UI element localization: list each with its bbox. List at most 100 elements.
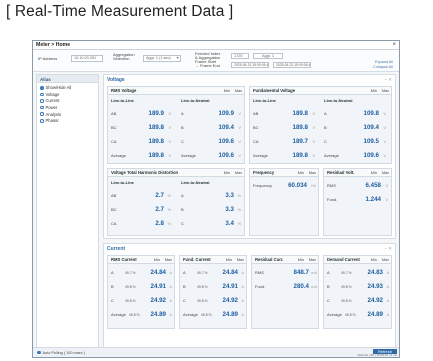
- card-header: Fund. Current Min Max: [180, 256, 246, 264]
- measure-unit: V: [168, 125, 171, 130]
- max-button[interactable]: Max: [235, 89, 242, 93]
- min-button[interactable]: Min: [154, 258, 160, 262]
- alias-item-phasor[interactable]: Phasor: [37, 117, 98, 124]
- expand-all-link[interactable]: Expand All: [375, 60, 393, 64]
- measure-label: RMS: [327, 183, 336, 188]
- alias-item-voltage[interactable]: Voltage: [37, 91, 98, 98]
- measure-row: Frequency 60.034 Hz: [253, 182, 317, 189]
- measure-unit: mA: [311, 284, 317, 289]
- alias-item-power[interactable]: Power: [37, 104, 98, 111]
- auto-polling-label: Auto Polling ( 100 msec ): [42, 350, 85, 355]
- min-button[interactable]: Min: [371, 89, 377, 93]
- measure-value: 280.4: [293, 283, 309, 290]
- measure-row: AB 189.9 V: [111, 110, 173, 117]
- max-button[interactable]: Max: [165, 258, 172, 262]
- card-header: Voltage Total Harmonic Distortion Min Max: [108, 169, 244, 177]
- window-title: Meter > Home: [36, 42, 71, 48]
- max-button[interactable]: Max: [309, 171, 316, 175]
- measure-value: 109.4: [218, 124, 234, 131]
- min-button[interactable]: Min: [298, 258, 304, 262]
- measure-label: C: [324, 139, 327, 144]
- card-title: Fund. Current: [183, 257, 211, 262]
- min-button[interactable]: Min: [226, 258, 232, 262]
- measure-value: 24.91: [150, 283, 166, 290]
- measure-row: Average 109.6 V: [181, 152, 243, 159]
- aggregation-frame-input: Aggr. 1: [253, 53, 283, 59]
- window-titlebar: Meter > Home ×: [33, 41, 399, 50]
- max-button[interactable]: Max: [237, 258, 244, 262]
- measure-unit: %: [237, 207, 241, 212]
- measure-unit: A: [386, 284, 389, 289]
- measure-value: 24.89: [222, 311, 238, 318]
- measure-unit: V: [312, 153, 315, 158]
- radio-icon: [40, 86, 44, 90]
- radio-icon: [40, 105, 44, 110]
- radio-icon: [40, 112, 44, 116]
- measure-unit: V: [383, 125, 386, 130]
- line-to-line-label: Line-to-Line: [111, 98, 134, 103]
- ip-address-input[interactable]: 10.10.20.251: [71, 55, 103, 62]
- measure-row: C 49.8 % 24.92 A: [111, 297, 174, 304]
- measure-label: C: [183, 298, 186, 303]
- close-icon[interactable]: ×: [392, 42, 396, 48]
- measure-label: B: [327, 284, 330, 289]
- measure-unit: %: [237, 193, 241, 198]
- min-button[interactable]: Min: [224, 171, 230, 175]
- measure-unit: mA: [311, 270, 317, 275]
- section-controls-icon[interactable]: − ✕: [384, 246, 392, 252]
- min-button[interactable]: Min: [371, 171, 377, 175]
- measure-value: 189.9: [148, 110, 164, 117]
- measure-row: B 109.4 V: [324, 124, 388, 131]
- alias-item-show-hide-all[interactable]: Show/Hide All: [37, 85, 98, 92]
- measure-label: CA: [111, 139, 117, 144]
- max-button[interactable]: Max: [309, 258, 316, 262]
- measure-label: Frequency: [253, 183, 272, 188]
- measure-value: 2.7: [155, 192, 164, 199]
- alias-item-label: Phasor: [45, 118, 59, 124]
- measure-value: 109.6: [218, 138, 234, 145]
- measure-label: B: [183, 284, 186, 289]
- section-controls-icon[interactable]: − ✕: [384, 77, 392, 83]
- measure-unit: V: [385, 183, 388, 188]
- chevron-down-icon: ▾: [176, 56, 179, 60]
- max-button[interactable]: Max: [382, 258, 389, 262]
- auto-polling-toggle[interactable]: Auto Polling ( 100 msec ): [37, 351, 85, 355]
- min-button[interactable]: Min: [371, 258, 377, 262]
- min-button[interactable]: Min: [298, 171, 304, 175]
- card-title: Voltage Total Harmonic Distortion: [111, 170, 179, 175]
- measure-row: B 49.8 % 24.91 A: [111, 283, 174, 290]
- measure-unit: V: [238, 139, 241, 144]
- frame-end-input: 2025-06-23 15:09:06.421: [273, 62, 311, 68]
- demand-current-card: Demand Current Min Max A 49.7 % 24.83 A B 49.8…: [323, 255, 392, 329]
- measure-value: 189.8: [292, 124, 308, 131]
- measure-row: CA 189.7 V: [253, 138, 317, 145]
- aggregation-select[interactable]: Aggr. 1 (1 sec) ▾: [143, 55, 181, 62]
- measure-value: 2.8: [155, 220, 164, 227]
- measure-unit: V: [238, 153, 241, 158]
- measure-unit: A: [169, 284, 172, 289]
- max-button[interactable]: Max: [235, 171, 242, 175]
- measure-unit: V: [312, 139, 315, 144]
- measure-label: CA: [111, 221, 117, 226]
- max-button[interactable]: Max: [382, 171, 389, 175]
- measure-unit: %: [167, 221, 171, 226]
- measure-value: 24.84: [222, 269, 238, 276]
- measure-label: AB: [111, 111, 117, 116]
- card-title: Residual Curr.: [255, 257, 284, 262]
- voltage-section-title: Voltage: [107, 76, 125, 83]
- min-button[interactable]: Min: [224, 89, 230, 93]
- measure-label: Average: [111, 312, 126, 317]
- residual-current-card: Residual Curr. Min Max RMS 848.7 mA Fund. 280…: [251, 255, 319, 329]
- measure-percent: 49.8 %: [345, 312, 356, 317]
- measure-label: Average: [181, 153, 196, 158]
- measure-unit: V: [168, 111, 171, 116]
- alias-item-current[interactable]: Current: [37, 98, 98, 105]
- alias-item-analysis[interactable]: Analysis: [37, 111, 98, 118]
- measure-row: AB 189.8 V: [253, 110, 317, 117]
- measure-row: C 49.8 % 24.92 A: [183, 297, 246, 304]
- max-button[interactable]: Max: [382, 89, 389, 93]
- collapse-all-link[interactable]: Collapse All: [373, 65, 393, 69]
- measure-row: Fund. 280.4 mA: [255, 283, 318, 290]
- measure-percent: 49.8 %: [341, 298, 352, 303]
- voltage-thd-card: Voltage Total Harmonic Distortion Min Max …: [107, 168, 245, 236]
